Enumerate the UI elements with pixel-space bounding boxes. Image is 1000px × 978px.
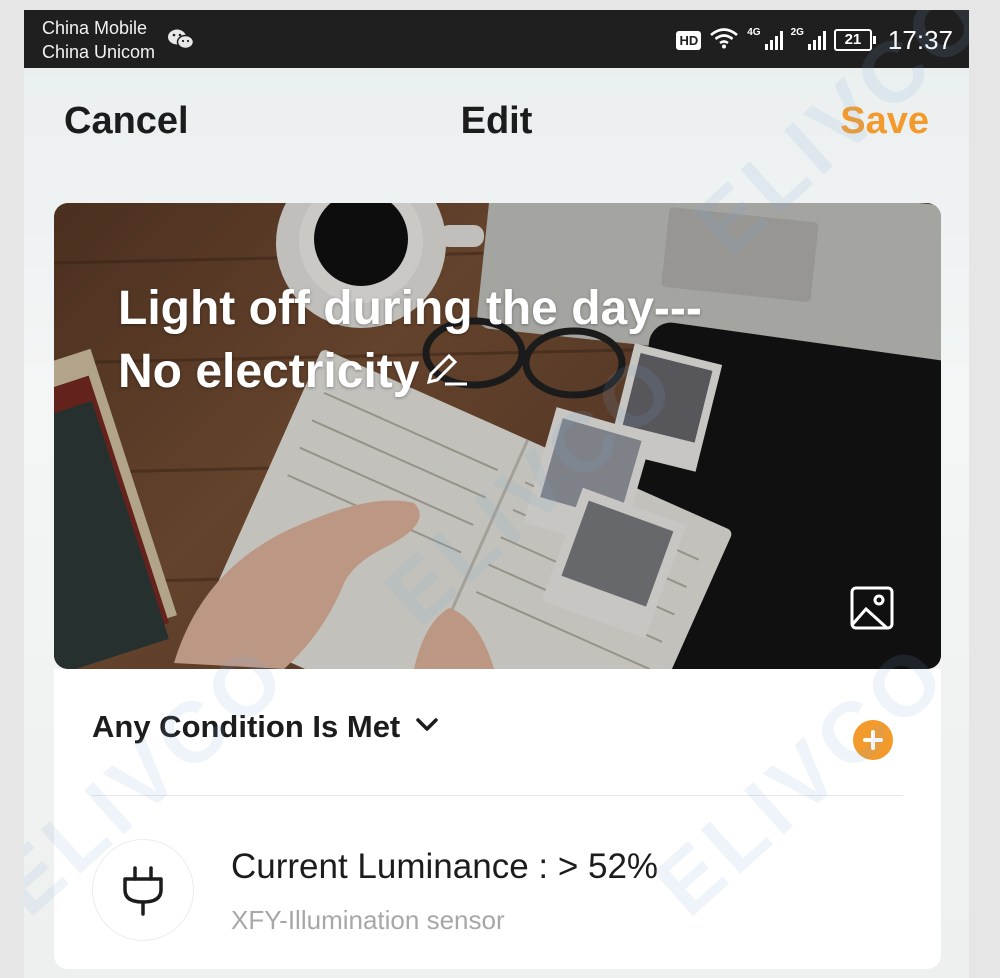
signal-icon-1 xyxy=(764,30,783,50)
battery-icon: 21 xyxy=(833,29,876,51)
clock: 17:37 xyxy=(887,24,953,55)
add-condition-button[interactable] xyxy=(853,720,893,760)
condition-device-name: XFY-Illumination sensor xyxy=(231,905,505,935)
conditions-card: Any Condition Is Met Current Luminance :… xyxy=(54,669,941,969)
scene-name-line-1: Light off during the day--- xyxy=(118,282,702,335)
edit-pencil-icon[interactable] xyxy=(423,343,469,406)
status-icons: HD 4G 2G 21 17:37 xyxy=(676,20,953,60)
phone-screen: China Mobile China Unicom HD 4G 2G 21 17… xyxy=(24,10,969,978)
signal-icon-2 xyxy=(807,30,826,50)
network-4g-label: 4G xyxy=(747,26,761,38)
condition-item[interactable]: Current Luminance : > 52% XFY-Illuminati… xyxy=(92,819,903,941)
save-button[interactable]: Save xyxy=(840,100,929,143)
carrier-2: China Unicom xyxy=(42,42,156,62)
hd-icon: HD xyxy=(676,30,702,50)
battery-level: 21 xyxy=(833,29,872,51)
condition-text: Current Luminance : > 52% xyxy=(231,847,659,886)
plug-icon xyxy=(92,839,194,941)
chevron-down-icon xyxy=(416,717,439,737)
network-2g-label: 2G xyxy=(790,26,804,38)
scene-name-line-2: No electricity xyxy=(118,345,420,398)
page-title: Edit xyxy=(460,100,533,142)
change-image-icon[interactable] xyxy=(849,585,895,631)
carrier-info: China Mobile China Unicom xyxy=(42,16,155,64)
nav-bar: Cancel Edit Save xyxy=(24,68,969,178)
status-bar: China Mobile China Unicom HD 4G 2G 21 17… xyxy=(24,10,969,68)
scene-cover-banner: Light off during the day--- No electrici… xyxy=(54,203,941,669)
wechat-icon xyxy=(167,28,195,55)
condition-mode-dropdown[interactable]: Any Condition Is Met xyxy=(92,709,439,745)
wifi-icon xyxy=(709,27,739,54)
divider xyxy=(92,795,903,796)
carrier-1: China Mobile xyxy=(42,18,148,38)
scene-name[interactable]: Light off during the day--- No electrici… xyxy=(118,277,838,406)
condition-mode-label: Any Condition Is Met xyxy=(92,709,401,744)
